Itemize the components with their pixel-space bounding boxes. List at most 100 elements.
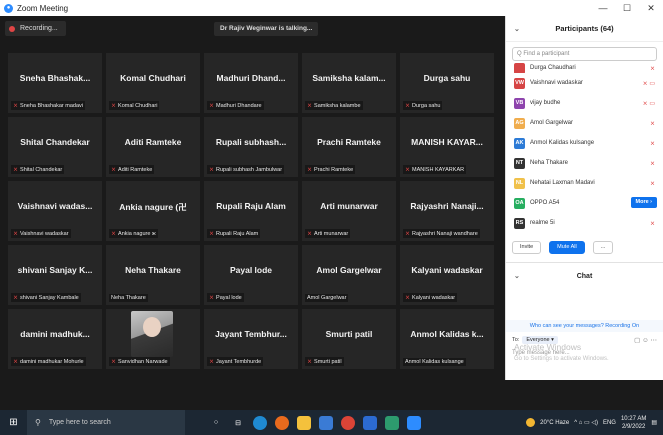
notification-icon[interactable]: ▤ xyxy=(651,419,657,426)
participant-tile[interactable]: damini madhuk... ⨯ damini madhukar Mohurle xyxy=(8,309,102,369)
participant-tile[interactable]: Aditi Ramteke ⨯ Aditi Ramteke xyxy=(106,117,200,177)
title-bar: ● Zoom Meeting — ☐ ✕ xyxy=(0,0,663,16)
participant-list-name: Neha Thakare xyxy=(530,160,568,166)
participant-name-text: Ankia nagure ж xyxy=(118,230,156,237)
store-icon[interactable] xyxy=(319,415,333,430)
participant-display-name: Samiksha kalam... xyxy=(312,73,386,83)
mic-muted-icon[interactable]: ⨯ ▭ xyxy=(643,100,655,107)
participant-tile[interactable]: Payal lode ⨯ Payal lode xyxy=(204,245,298,305)
participant-tile[interactable]: Smurti patil ⨯ Smurti patil xyxy=(302,309,396,369)
participant-tile[interactable]: Jayant Tembhur... ⨯ Jayant Tembhurde xyxy=(204,309,298,369)
mic-muted-icon[interactable]: ⨯ xyxy=(650,180,655,187)
participant-tile[interactable]: Sneha Bhashak... ⨯ Sneha Bhashakar madavi xyxy=(8,53,102,113)
participant-name-text: Prachi Ramteke xyxy=(314,166,354,173)
invite-button[interactable]: Invite xyxy=(512,241,542,254)
edge-browser-icon[interactable] xyxy=(253,415,267,430)
participant-tile[interactable]: shivani Sanjay K... ⨯ shivani Sanjay Kamba… xyxy=(8,245,102,305)
taskbar-search[interactable]: ⚲ Type here to search xyxy=(27,410,185,435)
participant-tile[interactable]: Anmol Kalidas k... Anmol Kalidas kulsange xyxy=(400,309,494,369)
close-button[interactable]: ✕ xyxy=(639,0,663,16)
participant-list-item[interactable]: VW Vaishnavi wadaskar ⨯ ▭ xyxy=(506,73,663,93)
participant-name-text: Kalyani wadaskar xyxy=(412,294,456,301)
more-button[interactable]: More › xyxy=(630,197,657,208)
participant-avatar: RS xyxy=(514,217,525,229)
participant-list-item[interactable]: NL Nehatai Laxman Madavi ⨯ xyxy=(506,173,663,193)
photos-icon[interactable] xyxy=(363,415,377,430)
recording-indicator[interactable]: Recording... xyxy=(5,21,66,36)
participant-name-text: Shital Chandekar xyxy=(20,166,63,173)
participant-tile[interactable]: Ankia nagure (卍 ⨯ Ankia nagure ж xyxy=(106,181,200,241)
participant-tile[interactable]: Neha Thakare Neha Thakare xyxy=(106,245,200,305)
participant-tile[interactable]: Durga sahu ⨯ Durga sahu xyxy=(400,53,494,113)
participant-name-text: Jayant Tembhurde xyxy=(216,358,262,365)
participant-name-label: ⨯ Rajyashri Nanaji wandhare xyxy=(403,229,480,238)
clock[interactable]: 10:27 AM 2/9/2022 xyxy=(621,415,646,431)
zoom-logo-icon: ● xyxy=(4,3,13,13)
mic-muted-icon[interactable]: ⨯ ▭ xyxy=(643,80,655,87)
mute-all-button[interactable]: Mute All xyxy=(549,241,585,254)
more-options-button[interactable]: ... xyxy=(592,241,614,254)
mic-muted-icon[interactable]: ⨯ xyxy=(650,160,655,167)
participant-list-item[interactable]: OA OPPO A54 More › xyxy=(506,193,663,213)
mic-muted-icon: ⨯ xyxy=(405,167,411,173)
chrome-icon[interactable] xyxy=(341,415,355,430)
participant-list-item[interactable]: AG Amol Gargelwar ⨯ xyxy=(506,113,663,133)
participant-name-label: ⨯ Sanvidhan Narwade xyxy=(109,357,170,366)
mic-muted-icon[interactable]: ⨯ xyxy=(650,120,655,127)
participant-display-name: Kalyani wadaskar xyxy=(411,265,483,275)
participant-tile[interactable]: Rupali subhash... ⨯ Rupali subhash Jambulw… xyxy=(204,117,298,177)
participant-list-name: Nehatai Laxman Madavi xyxy=(530,180,595,186)
app-icon[interactable] xyxy=(385,415,399,430)
participant-tile[interactable]: Amol Gargelwar Amol Gargelwar xyxy=(302,245,396,305)
participant-tile[interactable]: Rupali Raju Alam ⨯ Rupali Raju Alam xyxy=(204,181,298,241)
participant-tile[interactable]: Arti munarwar ⨯ Arti munarwar xyxy=(302,181,396,241)
mic-muted-icon: ⨯ xyxy=(209,167,215,173)
participant-list-item[interactable]: Durga Chaudhari ⨯ xyxy=(506,63,663,73)
activation-watermark-title: Activate Windows xyxy=(514,342,582,352)
mic-muted-icon[interactable]: ⨯ xyxy=(650,220,655,227)
participant-search-input[interactable]: Q Find a participant xyxy=(512,47,657,61)
participant-list-item[interactable]: RS realme 5i ⨯ xyxy=(506,213,663,233)
mic-muted-icon: ⨯ xyxy=(405,103,411,109)
file-explorer-icon[interactable] xyxy=(297,415,311,430)
participant-tile[interactable]: Komal Chudhari ⨯ Komal Chudhari xyxy=(106,53,200,113)
tray-icons[interactable]: ^ ⌂ ▭ ◁) xyxy=(574,419,598,426)
minimize-button[interactable]: — xyxy=(591,0,615,16)
weather-text[interactable]: 20°C Haze xyxy=(540,420,569,426)
participant-tile[interactable]: Prachi Ramteke ⨯ Prachi Ramteke xyxy=(302,117,396,177)
mic-muted-icon: ⨯ xyxy=(13,231,19,237)
participant-tile[interactable]: ⨯ Sanvidhan Narwade xyxy=(106,309,200,369)
collapse-chevron-icon[interactable]: ⌄ xyxy=(514,25,520,33)
mic-muted-icon[interactable]: ⨯ xyxy=(650,65,655,72)
participant-display-name: Rupali Raju Alam xyxy=(216,201,286,211)
participant-list-item[interactable]: NT Neha Thakare ⨯ xyxy=(506,153,663,173)
language-indicator[interactable]: ENG xyxy=(603,420,616,426)
participant-tile[interactable]: Samiksha kalam... ⨯ Samiksha kalambe xyxy=(302,53,396,113)
participant-display-name: Komal Chudhari xyxy=(120,73,186,83)
participant-tile[interactable]: Rajyashri Nanaji... ⨯ Rajyashri Nanaji wan… xyxy=(400,181,494,241)
zoom-taskbar-icon[interactable] xyxy=(407,415,421,430)
participant-tile[interactable]: Shital Chandekar ⨯ Shital Chandekar xyxy=(8,117,102,177)
participant-list-item[interactable]: VB vijay budhe ⨯ ▭ xyxy=(506,93,663,113)
participant-tile[interactable]: Kalyani wadaskar ⨯ Kalyani wadaskar xyxy=(400,245,494,305)
participant-display-name: Shital Chandekar xyxy=(20,137,90,147)
participant-tile[interactable]: MANISH KAYAR... ⨯ MANISH KAYARKAR xyxy=(400,117,494,177)
windows-start-icon[interactable]: ⊞ xyxy=(0,410,27,435)
participant-tile[interactable]: Vaishnavi wadas... ⨯ Vaishnavi wadaskar xyxy=(8,181,102,241)
participant-avatar: OA xyxy=(514,197,525,209)
mic-muted-icon: ⨯ xyxy=(209,231,215,237)
file-share-icon[interactable]: ▢ ☺ ⋯ xyxy=(634,336,657,344)
participant-tile[interactable]: Madhuri Dhand... ⨯ Madhuri Dhandare xyxy=(204,53,298,113)
mic-muted-icon: ⨯ xyxy=(13,295,19,301)
participant-display-name: Ankia nagure (卍 xyxy=(119,202,187,212)
maximize-button[interactable]: ☐ xyxy=(615,0,639,16)
participant-name-text: Vaishnavi wadaskar xyxy=(20,230,69,237)
task-view-icon[interactable]: ○ xyxy=(209,416,223,430)
participant-list-item[interactable]: AK Anmol Kalidas kulsange ⨯ xyxy=(506,133,663,153)
participant-name-label: ⨯ Prachi Ramteke xyxy=(305,165,356,174)
chat-privacy-notice[interactable]: Who can see your messages? Recording On xyxy=(506,320,663,332)
firefox-icon[interactable] xyxy=(275,415,289,430)
widgets-icon[interactable]: ⊟ xyxy=(231,416,245,430)
mic-muted-icon[interactable]: ⨯ xyxy=(650,140,655,147)
chat-collapse-chevron-icon[interactable]: ⌄ xyxy=(514,272,520,280)
